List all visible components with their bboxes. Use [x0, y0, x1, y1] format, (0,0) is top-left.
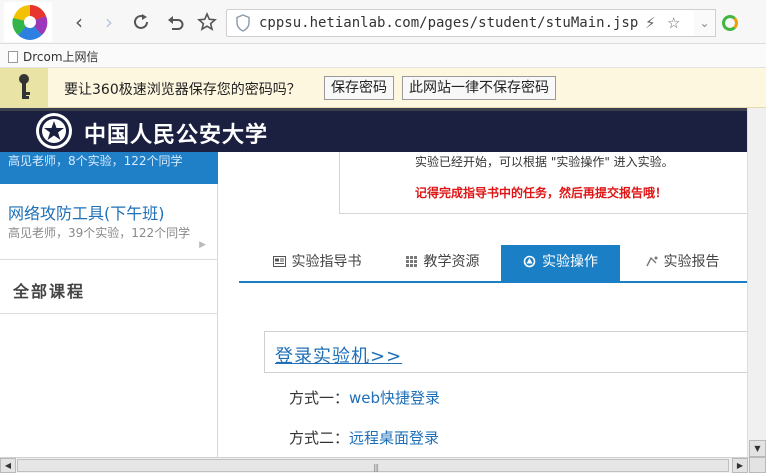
book-icon: [272, 256, 286, 267]
save-password-bar: 要让360极速浏览器保存您的密码吗？ 保存密码 此网站一律不保存密码: [0, 68, 766, 108]
lightning-icon[interactable]: ⚡: [645, 14, 656, 32]
vertical-scrollbar[interactable]: ▼: [747, 108, 766, 457]
bookmarks-bar: Drcom上网信: [0, 44, 766, 68]
course-meta: 高见老师，8个实验，122个同学: [8, 154, 183, 168]
bookmark-label: Drcom上网信: [23, 50, 99, 64]
site-header: 中国人民公安大学: [0, 108, 766, 152]
remote-desktop-login-link[interactable]: 远程桌面登录: [349, 429, 439, 447]
expand-arrow-icon[interactable]: ▶: [199, 240, 206, 250]
tab-resources[interactable]: 教学资源: [387, 245, 497, 281]
back-icon[interactable]: ‹: [68, 11, 90, 33]
scroll-down-icon[interactable]: ▼: [749, 440, 766, 457]
key-icon-box: [0, 68, 48, 107]
reload-icon[interactable]: [130, 11, 152, 33]
notice-started-text: 实验已经开始，可以根据 "实验操作" 进入实验。: [415, 155, 674, 169]
page-icon: [8, 51, 18, 63]
bookmark-item[interactable]: Drcom上网信: [8, 48, 99, 65]
course-sidebar: 高见老师，8个实验，122个同学 网络攻防工具(下午班) 高见老师，39个实验，…: [0, 152, 218, 457]
course-name[interactable]: 网络攻防工具(下午班): [8, 200, 165, 224]
browser-window: ‹ › cppsu.hetianlab.com/pages/student/st…: [0, 0, 766, 473]
university-name[interactable]: 中国人民公安大学: [84, 117, 268, 149]
save-password-button[interactable]: 保存密码: [324, 76, 394, 100]
login-method-web: 方式一：web快捷登录: [289, 387, 440, 408]
course-meta: 高见老师，39个实验，122个同学: [8, 226, 191, 240]
address-bar[interactable]: cppsu.hetianlab.com/pages/student/stuMai…: [226, 9, 716, 37]
course-item-active[interactable]: 高见老师，8个实验，122个同学: [0, 152, 218, 184]
favorite-star-icon[interactable]: [196, 11, 218, 33]
experiment-tabs: 实验指导书 教学资源 实验操作 实验报告: [239, 245, 749, 283]
key-icon: [19, 74, 30, 99]
chevron-down-icon[interactable]: ⌄: [694, 9, 716, 37]
resize-corner: [749, 457, 766, 473]
scrollbar-thumb[interactable]: |||: [17, 459, 729, 472]
tab-label: 实验报告: [663, 254, 720, 270]
notice-reminder-text: 记得完成指导书中的任务，然后再提交报告哦！: [415, 186, 668, 200]
scroll-left-icon[interactable]: ◀: [0, 458, 16, 473]
url-text[interactable]: cppsu.hetianlab.com/pages/student/stuMai…: [259, 15, 638, 31]
login-vm-link[interactable]: 登录实验机>>: [275, 342, 402, 368]
bookmark-star-icon[interactable]: ☆: [667, 14, 680, 32]
tab-label: 实验操作: [542, 254, 598, 270]
course-item[interactable]: 网络攻防工具(下午班) 高见老师，39个实验，122个同学 ▶: [0, 194, 218, 260]
never-save-password-button[interactable]: 此网站一律不保存密码: [402, 76, 556, 100]
horizontal-scrollbar[interactable]: ◀ ||| ▶: [0, 457, 766, 473]
tab-report[interactable]: 实验报告: [632, 245, 732, 281]
undo-icon[interactable]: [164, 11, 186, 33]
experiment-notice: 实验已经开始，可以根据 "实验操作" 进入实验。 记得完成指导书中的任务，然后再…: [339, 152, 749, 214]
browser-logo-icon[interactable]: [4, 2, 52, 42]
operate-icon: [523, 255, 536, 268]
extension-icon[interactable]: [722, 15, 738, 31]
browser-toolbar: ‹ › cppsu.hetianlab.com/pages/student/st…: [0, 0, 766, 44]
grid-icon: [405, 256, 417, 267]
scroll-right-icon[interactable]: ▶: [732, 458, 748, 473]
tab-label: 教学资源: [423, 254, 480, 270]
method-label: 方式二：: [289, 429, 350, 447]
police-emblem-icon: [36, 113, 72, 149]
login-vm-box: 登录实验机>>: [264, 331, 750, 373]
all-courses-label: 全部课程: [13, 282, 86, 301]
forward-icon[interactable]: ›: [98, 11, 120, 33]
tab-label: 实验指导书: [291, 254, 362, 270]
method-label: 方式一：: [289, 389, 350, 407]
grip-icon: |||: [373, 463, 379, 472]
tab-operate[interactable]: 实验操作: [501, 245, 620, 281]
all-courses-heading[interactable]: 全部课程: [0, 262, 218, 314]
shield-icon: [236, 14, 250, 32]
report-icon: [645, 256, 657, 267]
web-quick-login-link[interactable]: web快捷登录: [349, 389, 440, 407]
save-password-message: 要让360极速浏览器保存您的密码吗？: [64, 82, 301, 98]
tab-guide[interactable]: 实验指导书: [257, 245, 377, 281]
login-method-rdp: 方式二：远程桌面登录: [289, 427, 439, 448]
